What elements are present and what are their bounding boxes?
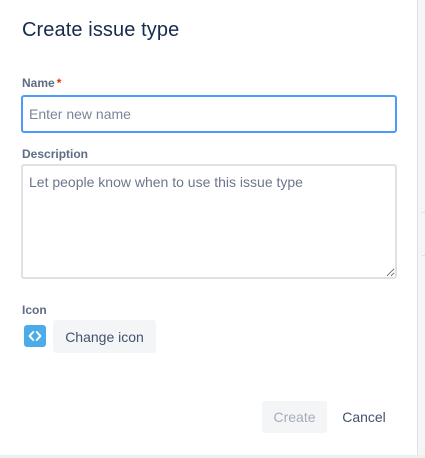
name-label-text: Name [22,76,55,90]
create-issue-type-dialog: Create issue type Name* Description Icon… [0,0,417,455]
cancel-button[interactable]: Cancel [333,401,395,433]
code-brackets-icon [24,325,46,347]
description-label: Description [22,147,89,161]
change-icon-button[interactable]: Change icon [53,320,156,353]
name-label: Name * [22,76,61,90]
background-page-edge [417,0,425,458]
required-marker: * [56,76,62,90]
name-input[interactable] [21,95,397,133]
dialog-title: Create issue type [22,19,180,41]
icon-label: Icon [22,303,47,317]
code-brackets-glyph [28,331,42,341]
create-button[interactable]: Create [262,401,327,433]
description-textarea[interactable] [21,164,397,279]
